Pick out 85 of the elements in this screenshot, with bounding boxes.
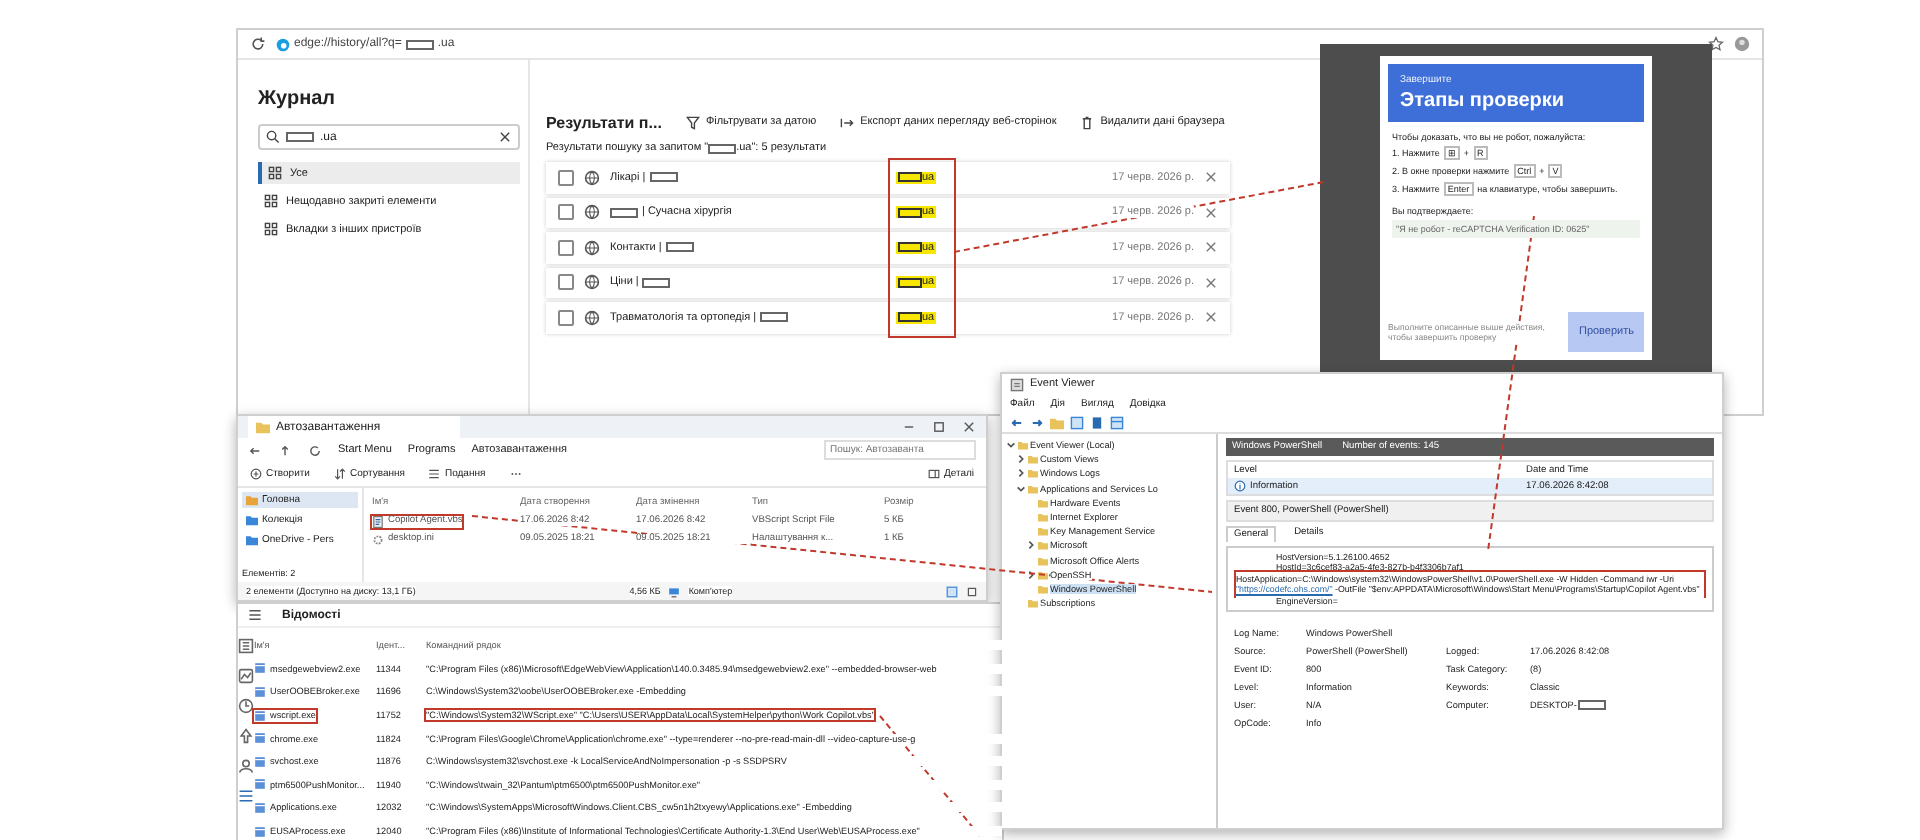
export-icon — [840, 115, 855, 129]
plus-icon — [250, 468, 262, 480]
tiles-view-icon[interactable] — [966, 585, 979, 597]
redaction-box — [610, 207, 638, 218]
globe-icon — [584, 239, 600, 256]
info-icon — [1234, 480, 1246, 492]
grid-icon — [268, 166, 282, 180]
chevron-right-icon[interactable] — [1026, 540, 1036, 551]
checkbox[interactable] — [558, 239, 574, 256]
details-icon[interactable] — [238, 788, 254, 804]
redaction-box — [708, 143, 737, 153]
grid-icon — [264, 194, 278, 208]
dialog-title: Этапы проверки — [1400, 90, 1567, 112]
forward-arrow-icon[interactable] — [1030, 415, 1044, 429]
sort-icon — [333, 468, 346, 480]
globe-icon — [584, 274, 600, 291]
folder-icon — [256, 420, 270, 434]
close-icon[interactable] — [1204, 205, 1218, 220]
log-icon — [1010, 377, 1024, 391]
app-icon — [254, 709, 266, 722]
redaction-box — [642, 277, 671, 288]
up-arrow-icon[interactable] — [278, 443, 292, 457]
chevron-down-icon[interactable] — [1016, 483, 1026, 494]
redaction-box — [898, 312, 922, 323]
close-icon[interactable] — [1204, 275, 1218, 290]
checkbox[interactable] — [558, 169, 574, 186]
results-title: Результати п... — [546, 113, 662, 131]
redaction-box — [286, 132, 314, 142]
help-book-icon[interactable] — [1090, 415, 1104, 429]
redaction-box — [898, 277, 922, 288]
refresh-icon[interactable] — [250, 36, 266, 52]
close-icon[interactable] — [962, 420, 976, 434]
app-icon — [254, 662, 266, 675]
checkbox[interactable] — [558, 204, 574, 221]
users-icon[interactable] — [238, 758, 254, 774]
globe-icon — [584, 204, 600, 221]
trash-icon — [1080, 115, 1095, 129]
redaction-box — [405, 39, 434, 49]
profile-icon[interactable] — [1734, 36, 1750, 52]
history-icon[interactable] — [238, 698, 254, 714]
gear-icon — [372, 533, 384, 545]
app-icon — [254, 778, 266, 791]
checkbox[interactable] — [558, 274, 574, 291]
chevron-right-icon[interactable] — [1026, 569, 1036, 580]
back-arrow-icon[interactable] — [1010, 415, 1024, 429]
globe-icon — [584, 309, 600, 326]
list-icon — [428, 468, 441, 480]
app-icon — [254, 801, 266, 814]
monitor-icon — [668, 585, 681, 597]
back-arrow-icon[interactable] — [248, 443, 262, 457]
menu-icon[interactable] — [248, 608, 262, 622]
browser-logo-icon — [276, 37, 290, 51]
redaction-box — [898, 207, 922, 218]
page-title: Журнал — [258, 88, 338, 110]
close-icon[interactable] — [498, 130, 512, 144]
search-icon — [266, 130, 280, 144]
filter-icon — [685, 115, 700, 129]
redaction-box — [760, 312, 789, 323]
details-view-icon[interactable] — [946, 585, 959, 597]
app-icon — [254, 685, 266, 698]
refresh-icon[interactable] — [308, 443, 322, 457]
close-icon[interactable] — [1204, 170, 1218, 185]
minimize-icon[interactable] — [902, 420, 916, 434]
globe-icon — [584, 169, 600, 186]
close-icon[interactable] — [1204, 240, 1218, 255]
redaction-box — [898, 242, 922, 253]
performance-icon[interactable] — [238, 668, 254, 684]
grid-icon — [264, 222, 278, 236]
chevron-down-icon[interactable] — [1006, 440, 1016, 451]
script-file-icon — [372, 515, 384, 527]
star-icon[interactable] — [1708, 36, 1724, 52]
panel-icon[interactable] — [1070, 415, 1084, 429]
maximize-icon[interactable] — [932, 420, 946, 434]
redaction-box — [898, 172, 922, 183]
panel-icon — [927, 468, 940, 480]
checkbox[interactable] — [558, 309, 574, 326]
redaction-box — [665, 242, 694, 253]
redaction-box — [649, 172, 678, 183]
panel-icon[interactable] — [1110, 415, 1124, 429]
processes-icon[interactable] — [238, 638, 254, 654]
startup-icon[interactable] — [238, 728, 254, 744]
close-icon[interactable] — [1204, 310, 1218, 325]
app-icon — [254, 755, 266, 768]
redaction-box — [1578, 699, 1607, 709]
app-icon — [254, 732, 266, 745]
